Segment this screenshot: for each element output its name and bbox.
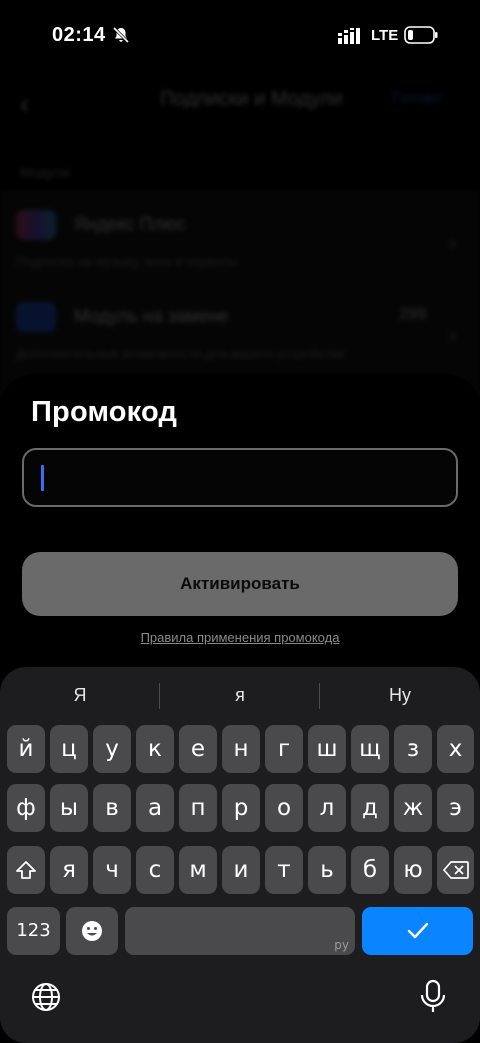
key-letter[interactable]: щ	[351, 725, 389, 773]
battery-icon	[404, 26, 438, 44]
chevron-right-icon: ›	[448, 322, 456, 347]
emoji-key[interactable]	[66, 907, 118, 955]
key-letter[interactable]: м	[179, 846, 217, 894]
activate-button[interactable]: Активировать	[22, 552, 458, 616]
key-letter[interactable]: н	[222, 725, 260, 773]
suggestion-item[interactable]: Ну	[320, 677, 480, 713]
status-time: 02:14	[52, 24, 106, 46]
key-letter[interactable]: ч	[93, 846, 131, 894]
background-row: Яндекс Плюс Подписка на музыку, кино и с…	[16, 200, 456, 280]
key-letter[interactable]: д	[351, 784, 389, 832]
suggestion-item[interactable]: Я	[0, 677, 160, 713]
background-row-desc: Дополнительные возможности для вашего ус…	[16, 346, 345, 361]
key-letter[interactable]: ю	[394, 846, 432, 894]
background-row-price: 299	[399, 306, 426, 323]
text-cursor	[41, 465, 44, 491]
bell-off-icon	[112, 26, 130, 44]
promo-code-input[interactable]	[22, 448, 458, 507]
key-letter[interactable]: й	[7, 725, 45, 773]
key-letter[interactable]: я	[50, 846, 88, 894]
promo-rules-link[interactable]: Правила применения промокода	[0, 630, 480, 645]
key-letter[interactable]: к	[136, 725, 174, 773]
background-title: Подписки и Модули	[160, 88, 343, 110]
space-key[interactable]: ру	[125, 907, 355, 955]
suggestion-bar: Я я Ну	[0, 677, 480, 713]
shift-icon	[16, 861, 36, 879]
key-letter[interactable]: б	[351, 846, 389, 894]
plus-logo-icon	[16, 210, 56, 240]
key-letter[interactable]: х	[437, 725, 474, 773]
key-letter[interactable]: и	[222, 846, 260, 894]
emoji-icon	[82, 921, 102, 941]
key-letter[interactable]: л	[308, 784, 346, 832]
key-letter[interactable]: ц	[50, 725, 88, 773]
key-letter[interactable]: р	[222, 784, 260, 832]
key-letter[interactable]: а	[136, 784, 174, 832]
sheet-title: Промокод	[31, 396, 178, 428]
signal-icon	[338, 28, 360, 44]
key-letter[interactable]: в	[93, 784, 131, 832]
checkmark-icon	[407, 922, 428, 939]
back-arrow-icon: ‹	[20, 88, 30, 119]
key-letter[interactable]: о	[265, 784, 303, 832]
globe-icon[interactable]	[30, 981, 62, 1013]
backspace-key[interactable]	[437, 846, 474, 894]
key-letter[interactable]: е	[179, 725, 217, 773]
key-letter[interactable]: г	[265, 725, 303, 773]
numbers-key[interactable]: 123	[7, 907, 60, 955]
chevron-right-icon: ›	[448, 230, 456, 255]
key-letter[interactable]: ь	[308, 846, 346, 894]
done-key[interactable]	[362, 907, 473, 955]
key-letter[interactable]: с	[136, 846, 174, 894]
key-letter[interactable]: э	[437, 784, 474, 832]
network-type: LTE	[371, 27, 399, 44]
background-row: Модуль на замене 299 Дополнительные возм…	[16, 292, 456, 372]
backspace-icon	[442, 861, 469, 879]
key-letter[interactable]: т	[265, 846, 303, 894]
key-letter[interactable]: п	[179, 784, 217, 832]
background-row-desc: Подписка на музыку, кино и сервисы	[16, 254, 238, 269]
shift-key[interactable]	[7, 846, 45, 894]
background-section-label: Модули	[20, 164, 71, 180]
space-layout-hint: ру	[334, 938, 349, 952]
status-bar: 02:14 LTE	[0, 0, 480, 72]
key-letter[interactable]: ш	[308, 725, 346, 773]
key-letter[interactable]: ф	[7, 784, 45, 832]
background-action: Готово	[392, 90, 442, 107]
key-letter[interactable]: ы	[50, 784, 88, 832]
key-letter[interactable]: у	[93, 725, 131, 773]
module-logo-icon	[16, 302, 56, 332]
key-letter[interactable]: ж	[394, 784, 432, 832]
background-row-title: Яндекс Плюс	[74, 214, 186, 234]
background-card: Яндекс Плюс Подписка на музыку, кино и с…	[0, 190, 480, 400]
suggestion-item[interactable]: я	[160, 677, 320, 713]
key-letter[interactable]: з	[394, 725, 432, 773]
background-row-title: Модуль на замене	[74, 306, 229, 326]
keyboard: Я я Ну й ц у к е н г ш щ з х ф ы в а п р…	[0, 667, 480, 1043]
microphone-icon[interactable]	[420, 979, 446, 1015]
background-page: ‹ Подписки и Модули Готово Модули Яндекс…	[0, 72, 480, 400]
